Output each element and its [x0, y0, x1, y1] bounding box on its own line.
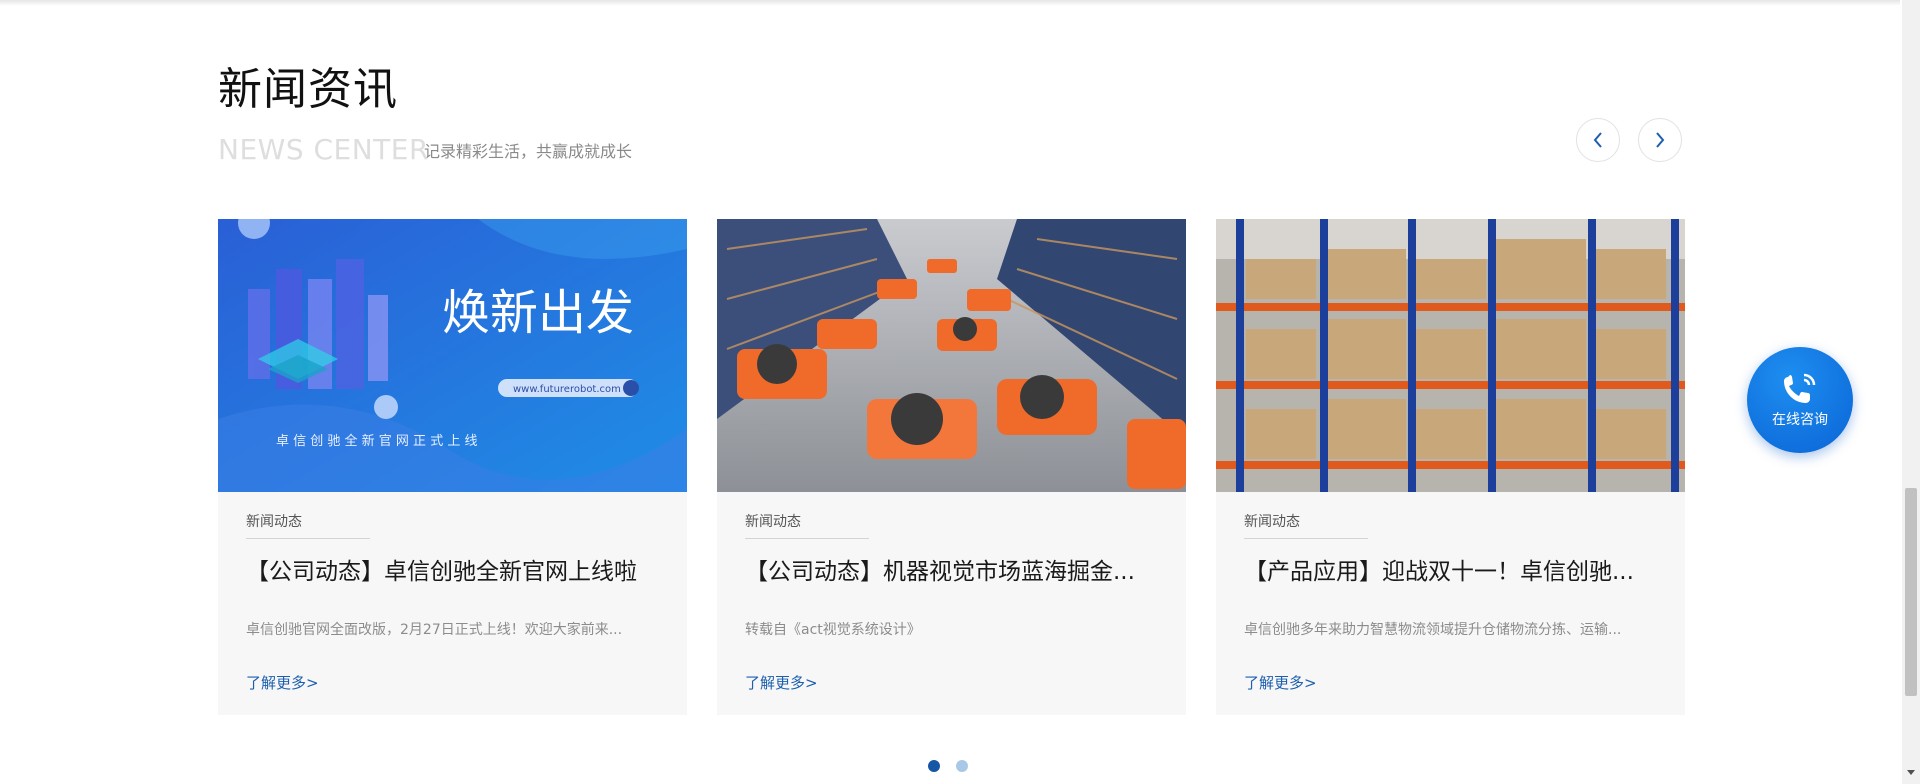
category-divider [1244, 538, 1368, 539]
carousel-prev-button[interactable] [1576, 118, 1620, 162]
image-headline: 焕新出发 [442, 285, 634, 341]
news-title[interactable]: 【公司动态】卓信创驰全新官网上线啦 [246, 555, 666, 589]
news-carousel: 焕新出发 www.futurerobot.com 卓 信 创 驰 全 新 官 网… [218, 219, 1685, 715]
chevron-left-icon [1593, 132, 1602, 148]
page-scrollbar[interactable] [1902, 0, 1920, 784]
carousel-pagination [928, 760, 968, 772]
category-divider [246, 538, 370, 539]
news-title[interactable]: 【产品应用】迎战双十一！卓信创驰... [1244, 555, 1664, 589]
pagination-dot-2[interactable] [956, 760, 968, 772]
news-card-image [717, 219, 1186, 492]
consult-label: 在线咨询 [1772, 412, 1828, 428]
news-card-image [1216, 219, 1685, 492]
news-desc: 卓信创驰官网全面改版，2月27日正式上线！欢迎大家前来... [246, 622, 623, 638]
carousel-next-button[interactable] [1638, 118, 1682, 162]
scroll-down-arrow-icon[interactable] [1907, 770, 1915, 775]
news-desc: 卓信创驰多年来助力智慧物流领域提升仓储物流分拣、运输... [1244, 622, 1622, 638]
image-caption: 卓 信 创 驰 全 新 官 网 正 式 上 线 [276, 433, 477, 449]
scrollbar-thumb[interactable] [1905, 488, 1917, 696]
read-more-link[interactable]: 了解更多> [745, 672, 818, 694]
news-desc: 转载自《act视觉系统设计》 [745, 622, 921, 638]
image-url-text: www.futurerobot.com [513, 384, 621, 395]
news-card[interactable]: 焕新出发 www.futurerobot.com 卓 信 创 驰 全 新 官 网… [218, 219, 687, 715]
news-title[interactable]: 【公司动态】机器视觉市场蓝海掘金... [745, 555, 1165, 589]
news-category: 新闻动态 [1244, 514, 1300, 530]
section-title: 新闻资讯 [218, 64, 398, 115]
chevron-right-icon [1656, 132, 1665, 148]
news-category: 新闻动态 [246, 514, 302, 530]
news-card[interactable]: 新闻动态 【产品应用】迎战双十一！卓信创驰... 卓信创驰多年来助力智慧物流领域… [1216, 219, 1685, 715]
section-en-title: NEWS CENTER [218, 133, 429, 166]
read-more-link[interactable]: 了解更多> [246, 672, 319, 694]
section-subtitle: 记录精彩生活，共赢成就成长 [424, 142, 633, 161]
news-category: 新闻动态 [745, 514, 801, 530]
pagination-dot-1[interactable] [928, 760, 940, 772]
online-consult-button[interactable]: 在线咨询 [1747, 347, 1853, 453]
news-section: 新闻资讯 NEWS CENTER 记录精彩生活，共赢成就成长 焕新出发 www.… [218, 0, 1685, 784]
read-more-link[interactable]: 了解更多> [1244, 672, 1317, 694]
category-divider [745, 538, 869, 539]
phone-icon [1784, 373, 1816, 403]
news-card[interactable]: 新闻动态 【公司动态】机器视觉市场蓝海掘金... 转载自《act视觉系统设计》 … [717, 219, 1186, 715]
news-card-image: 焕新出发 www.futurerobot.com 卓 信 创 驰 全 新 官 网… [218, 219, 687, 492]
